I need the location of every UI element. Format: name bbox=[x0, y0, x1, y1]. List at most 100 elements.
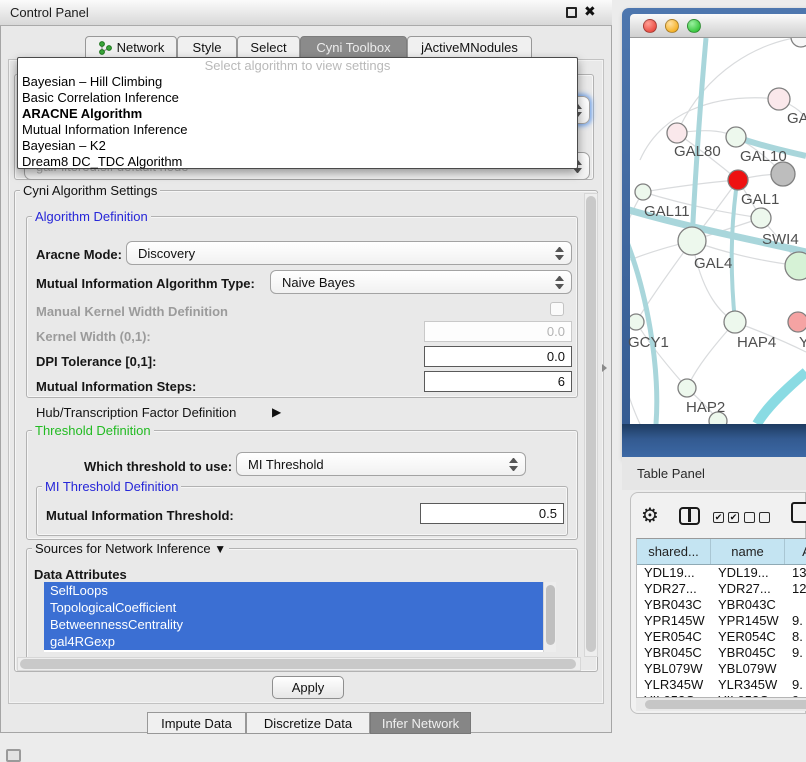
close-panel-button[interactable]: ✖ bbox=[584, 3, 596, 20]
splitter-collapse-arrow[interactable] bbox=[602, 364, 607, 372]
algorithm-option[interactable]: Mutual Information Inference bbox=[18, 122, 577, 138]
settings-vertical-scrollbar[interactable] bbox=[584, 193, 598, 657]
float-window-button[interactable] bbox=[566, 7, 577, 18]
network-node-gal80[interactable] bbox=[667, 123, 687, 143]
table-cell[interactable]: YBR043C bbox=[637, 597, 711, 613]
table-cell[interactable]: YDR27... bbox=[637, 581, 711, 597]
gear-icon[interactable]: ⚙ bbox=[641, 503, 659, 528]
mi-steps-field[interactable]: 6 bbox=[424, 371, 572, 392]
table-cell[interactable]: 8. bbox=[785, 629, 806, 645]
table-cell[interactable]: 12 bbox=[785, 581, 806, 597]
algorithm-option[interactable]: Bayesian – Hill Climbing bbox=[18, 74, 577, 90]
attribute-item[interactable]: gal4RGexp bbox=[44, 633, 543, 650]
select-all-columns-icon[interactable] bbox=[713, 512, 739, 523]
attribute-item[interactable]: SelfLoops bbox=[44, 582, 543, 599]
table-cell[interactable]: YER054C bbox=[637, 629, 711, 645]
table-row[interactable]: YBL079WYBL079W bbox=[637, 661, 806, 677]
table-cell[interactable]: YDR27... bbox=[711, 581, 785, 597]
algorithm-option-selected[interactable]: ARACNE Algorithm bbox=[18, 106, 577, 122]
bottom-tab-impute-data[interactable]: Impute Data bbox=[147, 712, 246, 734]
scrollbar-thumb[interactable] bbox=[20, 659, 576, 669]
attribute-list-scrollbar[interactable] bbox=[543, 582, 556, 652]
table-cell[interactable]: YPR145W bbox=[711, 613, 785, 629]
table-cell[interactable]: YBL079W bbox=[637, 661, 711, 677]
network-node[interactable] bbox=[768, 88, 790, 110]
network-node-gal1[interactable] bbox=[751, 208, 771, 228]
network-node[interactable] bbox=[788, 312, 806, 332]
network-node[interactable] bbox=[785, 252, 806, 280]
which-threshold-combo[interactable]: MI Threshold bbox=[236, 452, 526, 476]
tab-network[interactable]: Network bbox=[85, 36, 177, 59]
apply-button[interactable]: Apply bbox=[272, 676, 344, 699]
tab-style[interactable]: Style bbox=[177, 36, 237, 59]
table-cell[interactable]: YBR045C bbox=[711, 645, 785, 661]
network-edge[interactable] bbox=[643, 180, 738, 192]
column-header[interactable]: shared... bbox=[637, 539, 711, 564]
network-edge[interactable] bbox=[630, 192, 643, 424]
table-cell[interactable]: YBL079W bbox=[711, 661, 785, 677]
table-row[interactable]: YDL19...YDL19...13 bbox=[637, 565, 806, 581]
algorithm-option[interactable]: Dream8 DC_TDC Algorithm bbox=[18, 154, 577, 170]
scrollbar-thumb[interactable] bbox=[546, 585, 555, 645]
mi-type-combo[interactable]: Naive Bayes bbox=[270, 270, 572, 294]
column-header[interactable]: A bbox=[785, 539, 806, 564]
table-row[interactable]: YDR27...YDR27...12 bbox=[637, 581, 806, 597]
table-cell[interactable]: YDL19... bbox=[637, 565, 711, 581]
scrollbar-thumb[interactable] bbox=[586, 196, 596, 652]
network-edge-highlighted[interactable] bbox=[692, 38, 706, 241]
manual-kernel-checkbox[interactable] bbox=[550, 302, 564, 316]
network-edge[interactable] bbox=[636, 322, 687, 388]
table-cell[interactable]: 13 bbox=[785, 565, 806, 581]
algorithm-option[interactable]: Bayesian – K2 bbox=[18, 138, 577, 154]
network-node[interactable] bbox=[771, 162, 795, 186]
table-cell[interactable]: 9. bbox=[785, 613, 806, 629]
mi-threshold-field[interactable]: 0.5 bbox=[420, 503, 564, 524]
zoom-window-icon[interactable] bbox=[687, 19, 701, 33]
table-row[interactable]: YBR043CYBR043C bbox=[637, 597, 806, 613]
table-cell[interactable]: YLR345W bbox=[711, 677, 785, 693]
close-window-icon[interactable] bbox=[643, 19, 657, 33]
bottom-tab-infer-network[interactable]: Infer Network bbox=[370, 712, 471, 734]
sources-title[interactable]: Sources for Network Inference bbox=[32, 541, 229, 556]
kernel-width-field[interactable]: 0.0 bbox=[424, 321, 572, 342]
network-node-selected[interactable] bbox=[728, 170, 748, 190]
network-node-gcy1[interactable] bbox=[630, 314, 644, 330]
network-edge-highlighted[interactable] bbox=[757, 372, 806, 424]
tab-cyni-toolbox[interactable]: Cyni Toolbox bbox=[300, 36, 407, 59]
expand-right-icon[interactable] bbox=[272, 403, 281, 421]
network-edge[interactable] bbox=[687, 322, 735, 388]
table-row[interactable]: YPR145WYPR145W9. bbox=[637, 613, 806, 629]
table-row[interactable]: YLR345WYLR345W9. bbox=[637, 677, 806, 693]
export-table-icon[interactable] bbox=[791, 502, 806, 523]
dpi-tolerance-field[interactable]: 0.0 bbox=[424, 346, 572, 367]
table-cell[interactable]: 9. bbox=[785, 645, 806, 661]
table-cell[interactable]: YPR145W bbox=[637, 613, 711, 629]
table-cell[interactable]: YBR043C bbox=[711, 597, 785, 613]
table-cell[interactable]: YBR045C bbox=[637, 645, 711, 661]
network-node-hap4[interactable] bbox=[724, 311, 746, 333]
table-cell[interactable]: YER054C bbox=[711, 629, 785, 645]
table-cell[interactable]: YLR345W bbox=[637, 677, 711, 693]
aracne-mode-combo[interactable]: Discovery bbox=[126, 241, 572, 265]
collapsed-panel-icon[interactable] bbox=[6, 749, 21, 762]
table-cell[interactable] bbox=[785, 661, 806, 677]
tab-jactivemnodules[interactable]: jActiveMNodules bbox=[407, 36, 532, 59]
table-cell[interactable] bbox=[785, 597, 806, 613]
table-row[interactable]: YER054CYER054C8. bbox=[637, 629, 806, 645]
column-view-icon[interactable] bbox=[679, 507, 700, 525]
attribute-item[interactable]: BetweennessCentrality bbox=[44, 616, 543, 633]
attribute-item[interactable]: TopologicalCoefficient bbox=[44, 599, 543, 616]
network-node-gal11[interactable] bbox=[635, 184, 651, 200]
table-horizontal-scrollbar[interactable] bbox=[636, 697, 806, 711]
deselect-all-columns-icon[interactable] bbox=[744, 512, 770, 523]
scrollbar-thumb[interactable] bbox=[645, 700, 806, 709]
column-header[interactable]: name bbox=[711, 539, 785, 564]
network-node-hap2[interactable] bbox=[678, 379, 696, 397]
network-node-gal4[interactable] bbox=[678, 227, 706, 255]
table-row[interactable]: YBR045CYBR045C9. bbox=[637, 645, 806, 661]
network-edge[interactable] bbox=[677, 38, 801, 133]
network-node-gal10[interactable] bbox=[726, 127, 746, 147]
minimize-window-icon[interactable] bbox=[665, 19, 679, 33]
table-cell[interactable]: 9. bbox=[785, 677, 806, 693]
hub-section-label[interactable]: Hub/Transcription Factor Definition bbox=[36, 405, 236, 420]
